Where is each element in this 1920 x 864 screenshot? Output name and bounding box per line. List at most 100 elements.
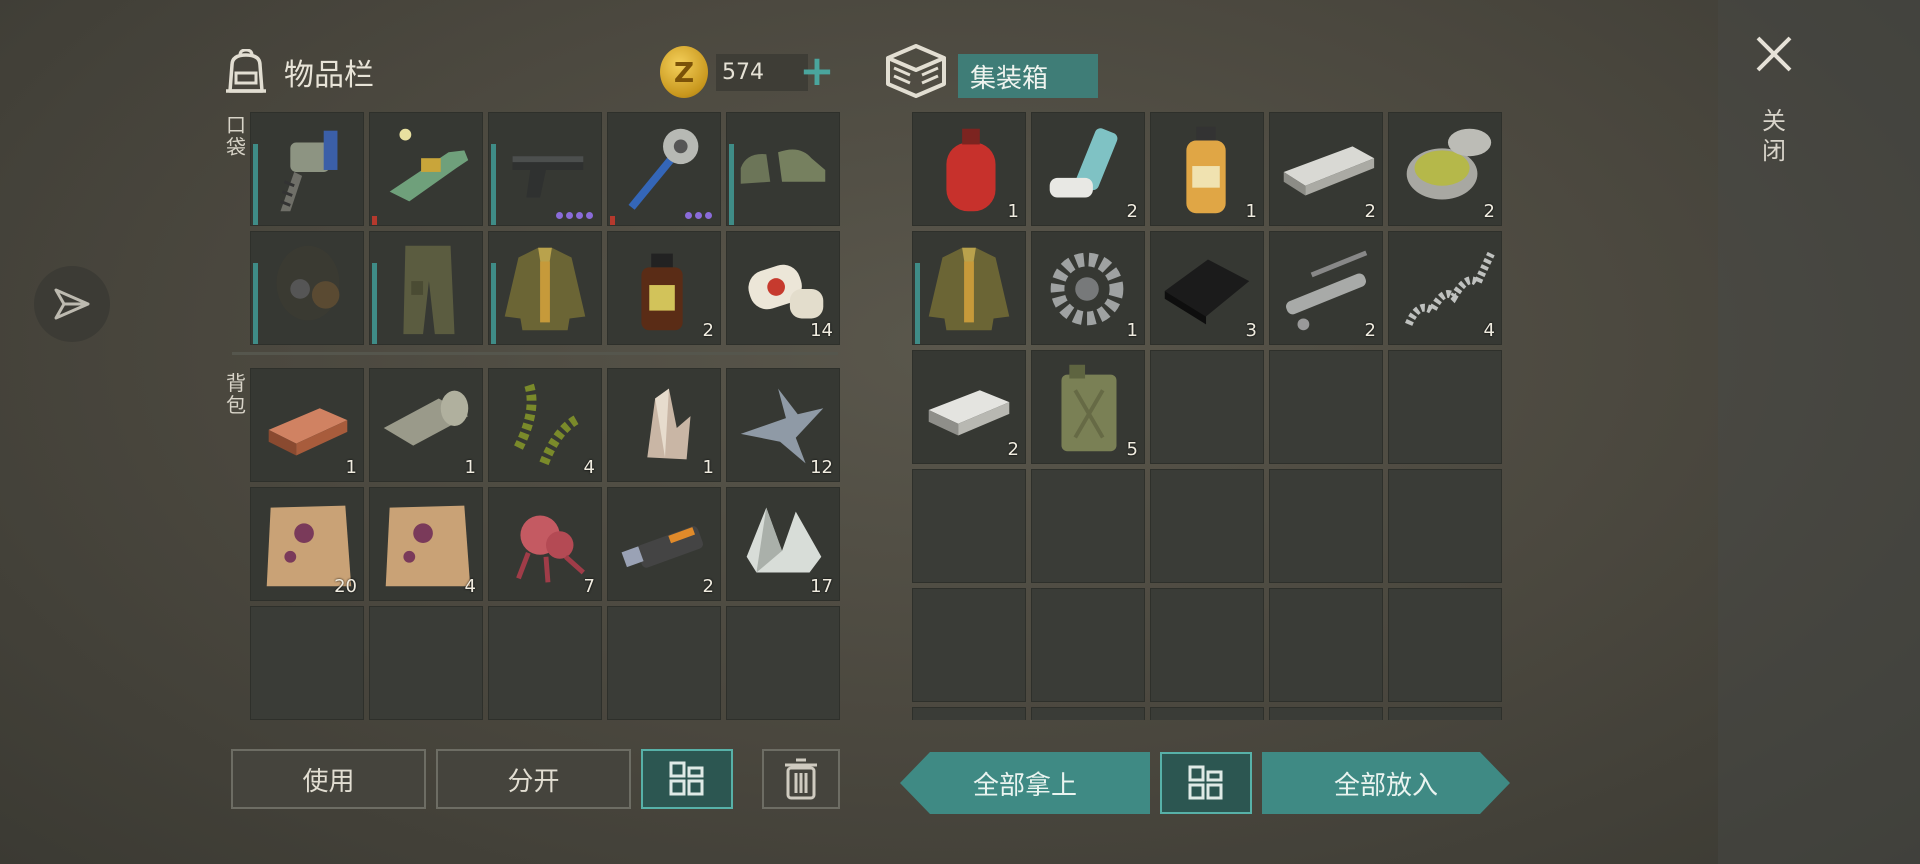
empty-slot[interactable] bbox=[1031, 707, 1145, 720]
item-slot[interactable]: 1 bbox=[1031, 231, 1145, 345]
item-slot[interactable]: 20 bbox=[250, 487, 364, 601]
item-slot[interactable]: 7 bbox=[488, 487, 602, 601]
item-slot[interactable] bbox=[250, 112, 364, 226]
upgrade-dot bbox=[556, 212, 563, 219]
item-slot[interactable] bbox=[726, 112, 840, 226]
empty-slot[interactable] bbox=[1269, 588, 1383, 702]
item-count: 2 bbox=[1364, 320, 1376, 341]
close-icon[interactable] bbox=[1752, 32, 1796, 76]
item-slot[interactable]: 2 bbox=[1269, 112, 1383, 226]
currency-display: Z 574 + bbox=[660, 46, 840, 98]
item-slot[interactable]: 2 bbox=[1269, 231, 1383, 345]
sort-inventory-button[interactable] bbox=[641, 749, 733, 809]
empty-slot[interactable] bbox=[1269, 469, 1383, 583]
right-panel-shade bbox=[1718, 0, 1920, 864]
backpack-label: 背包 bbox=[226, 371, 246, 417]
durability-bar bbox=[372, 216, 377, 225]
item-count: 1 bbox=[702, 457, 714, 478]
container-title: 集装箱 bbox=[958, 54, 1098, 98]
trash-button[interactable] bbox=[762, 749, 840, 809]
item-slot[interactable]: 1 bbox=[369, 368, 483, 482]
item-count: 4 bbox=[583, 457, 595, 478]
item-slot[interactable]: 1 bbox=[607, 368, 721, 482]
empty-slot[interactable] bbox=[1269, 350, 1383, 464]
item-slot[interactable] bbox=[369, 231, 483, 345]
empty-slot[interactable] bbox=[1388, 588, 1502, 702]
item-count: 2 bbox=[1483, 201, 1495, 222]
empty-slot[interactable] bbox=[912, 469, 1026, 583]
item-slot[interactable]: 4 bbox=[1388, 231, 1502, 345]
use-button[interactable]: 使用 bbox=[231, 749, 426, 809]
item-slot[interactable]: 2 bbox=[912, 350, 1026, 464]
plasma-gun-icon bbox=[389, 128, 469, 202]
item-slot[interactable]: 3 bbox=[1150, 231, 1264, 345]
paper-plane-icon bbox=[54, 288, 90, 320]
item-slot[interactable]: 2 bbox=[1388, 112, 1502, 226]
item-slot[interactable]: 17 bbox=[726, 487, 840, 601]
upgrade-dots bbox=[556, 212, 593, 219]
take-all-button[interactable]: 全部拿上 bbox=[900, 752, 1150, 814]
item-count: 17 bbox=[810, 576, 833, 597]
jacket-icon bbox=[928, 247, 1010, 331]
section-divider bbox=[232, 352, 838, 355]
empty-slot[interactable] bbox=[1031, 588, 1145, 702]
item-slot[interactable]: 4 bbox=[369, 487, 483, 601]
pockets-label: 口袋 bbox=[226, 113, 246, 159]
split-button[interactable]: 分开 bbox=[436, 749, 631, 809]
empty-slot[interactable] bbox=[1269, 707, 1383, 720]
empty-slot[interactable] bbox=[607, 606, 721, 720]
container-box-icon bbox=[886, 44, 946, 98]
empty-slot[interactable] bbox=[1150, 469, 1264, 583]
item-slot[interactable] bbox=[250, 231, 364, 345]
item-slot[interactable] bbox=[488, 112, 602, 226]
empty-slot[interactable] bbox=[1150, 588, 1264, 702]
empty-slot[interactable] bbox=[1031, 469, 1145, 583]
item-slot[interactable]: 1 bbox=[250, 368, 364, 482]
empty-slot[interactable] bbox=[1388, 469, 1502, 583]
backpack-icon bbox=[226, 49, 266, 93]
item-count: 2 bbox=[1126, 201, 1138, 222]
item-count: 20 bbox=[334, 576, 357, 597]
empty-slot[interactable] bbox=[1150, 350, 1264, 464]
item-slot[interactable]: 2 bbox=[607, 487, 721, 601]
item-slot[interactable] bbox=[912, 231, 1026, 345]
item-count: 4 bbox=[1483, 320, 1495, 341]
empty-slot[interactable] bbox=[1150, 707, 1264, 720]
empty-slot[interactable] bbox=[250, 606, 364, 720]
item-slot[interactable]: 12 bbox=[726, 368, 840, 482]
inventory-title: 物品栏 bbox=[284, 58, 374, 93]
coin-icon: Z bbox=[660, 46, 708, 98]
item-slot[interactable] bbox=[607, 112, 721, 226]
item-slot[interactable] bbox=[369, 112, 483, 226]
empty-slot[interactable] bbox=[1388, 707, 1502, 720]
empty-slot[interactable] bbox=[912, 588, 1026, 702]
upgrade-dot bbox=[586, 212, 593, 219]
item-slot[interactable]: 14 bbox=[726, 231, 840, 345]
item-slot[interactable]: 2 bbox=[1031, 112, 1145, 226]
item-count: 3 bbox=[1245, 320, 1257, 341]
boots-icon bbox=[740, 149, 826, 184]
item-slot[interactable] bbox=[488, 231, 602, 345]
send-button[interactable] bbox=[34, 266, 110, 342]
empty-slot[interactable] bbox=[1388, 350, 1502, 464]
item-slot[interactable]: 1 bbox=[912, 112, 1026, 226]
item-slot[interactable]: 1 bbox=[1150, 112, 1264, 226]
cargo-pants-icon bbox=[403, 245, 455, 335]
sort-container-button[interactable] bbox=[1160, 752, 1252, 814]
grid-sort-icon bbox=[1188, 765, 1223, 800]
upgrade-dot bbox=[685, 212, 692, 219]
upgrade-dot bbox=[576, 212, 583, 219]
empty-slot[interactable] bbox=[912, 707, 1026, 720]
empty-slot[interactable] bbox=[488, 606, 602, 720]
empty-slot[interactable] bbox=[726, 606, 840, 720]
backpack-grid: 1 1 4 1 12 20 4 7 2 17 bbox=[250, 368, 840, 720]
put-all-button[interactable]: 全部放入 bbox=[1262, 752, 1510, 814]
item-slot[interactable]: 5 bbox=[1031, 350, 1145, 464]
close-label[interactable]: 关闭 bbox=[1761, 106, 1787, 166]
item-slot[interactable]: 2 bbox=[607, 231, 721, 345]
empty-slot[interactable] bbox=[369, 606, 483, 720]
add-coins-button[interactable]: + bbox=[794, 48, 840, 96]
item-count: 2 bbox=[1007, 439, 1019, 460]
item-count: 2 bbox=[702, 576, 714, 597]
item-slot[interactable]: 4 bbox=[488, 368, 602, 482]
